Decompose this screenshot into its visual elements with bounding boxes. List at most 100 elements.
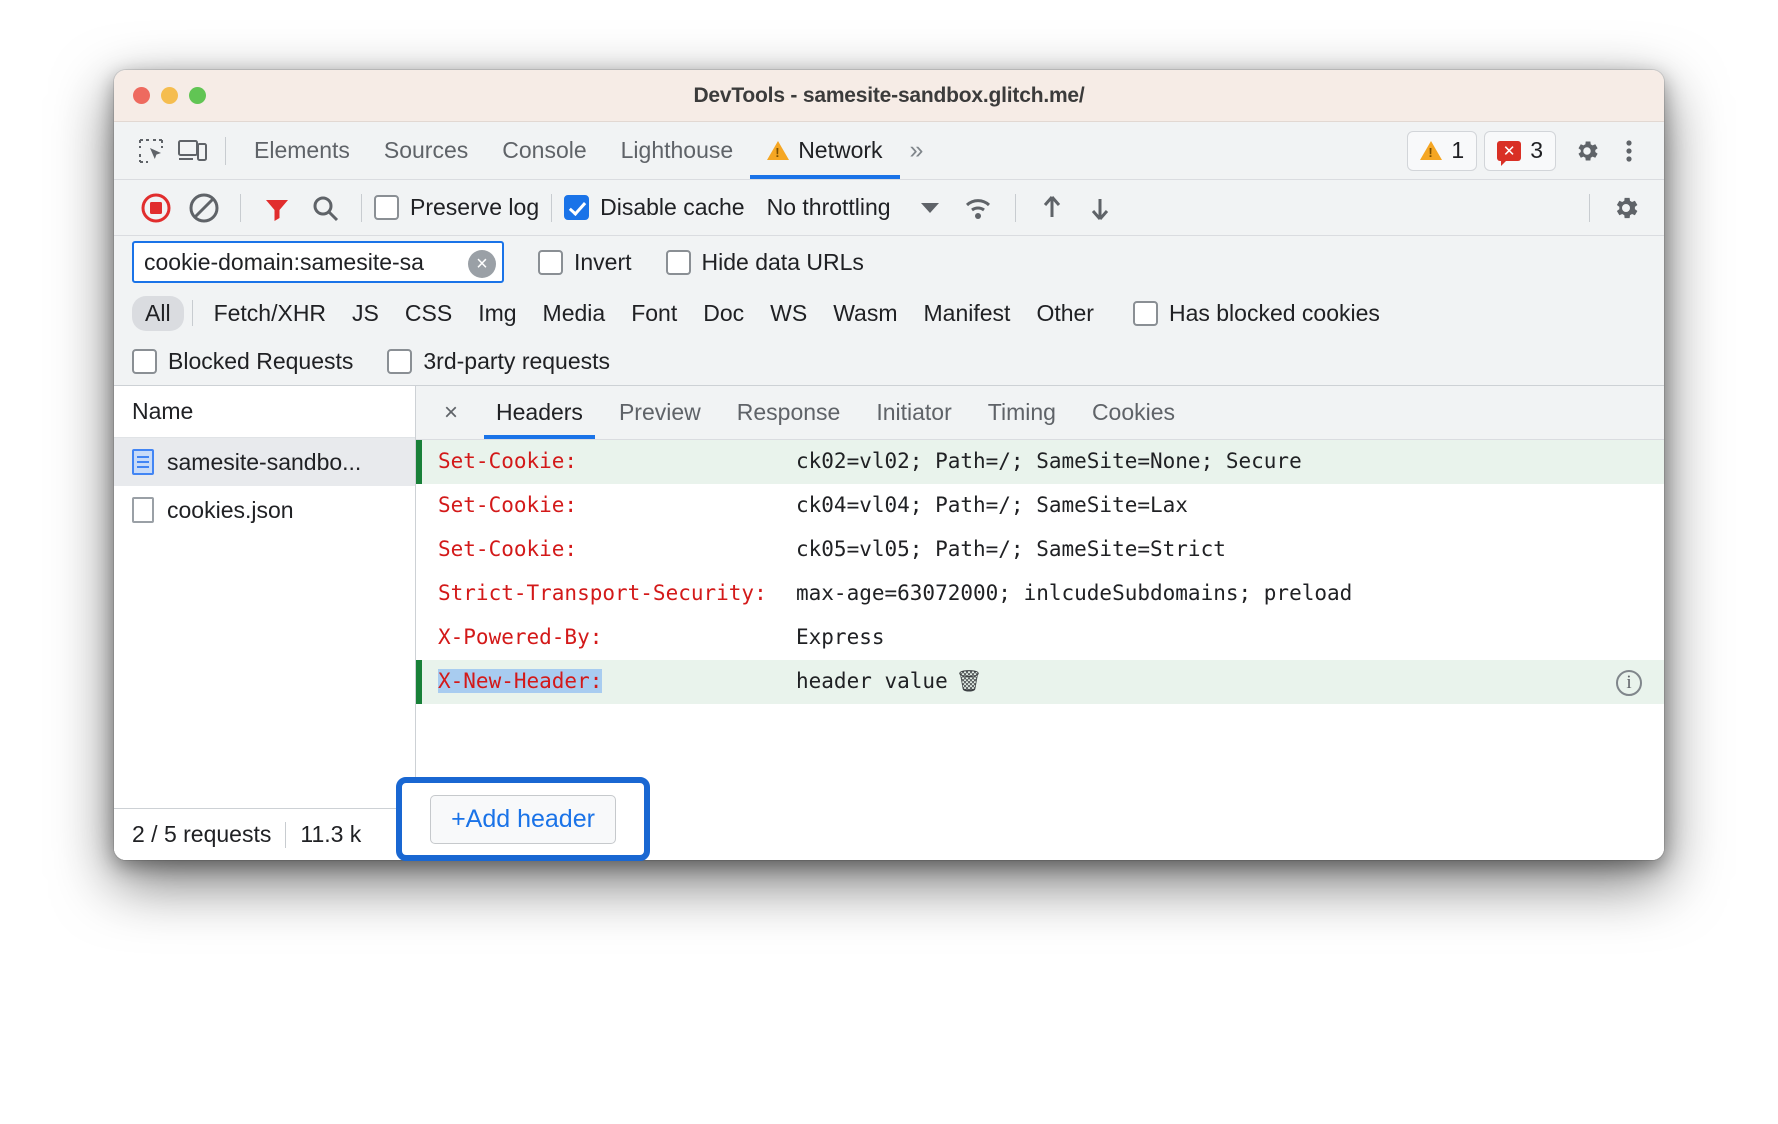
filter-bar: × Invert Hide data URLs [114,236,1664,288]
info-icon[interactable]: i [1616,670,1642,696]
tab-cookies[interactable]: Cookies [1074,387,1193,439]
type-filter-all[interactable]: All [132,296,184,331]
type-filter-doc[interactable]: Doc [690,296,757,331]
header-value[interactable]: ck02=vl02; Path=/; SameSite=None; Secure [796,445,1664,478]
header-row[interactable]: X-Powered-By: Express [416,616,1664,660]
header-row[interactable]: Set-Cookie: ck05=vl05; Path=/; SameSite=… [416,528,1664,572]
download-har-icon[interactable] [1076,186,1124,230]
has-blocked-cookies-box[interactable] [1133,301,1158,326]
clear-filter-icon[interactable]: × [468,250,496,278]
hide-data-urls-checkbox[interactable]: Hide data URLs [666,249,864,276]
chevron-down-icon [921,203,939,213]
tab-network[interactable]: Network [750,123,899,179]
transfer-size-label: 11.3 k [300,821,361,848]
tab-console[interactable]: Console [485,123,603,179]
tab-sources[interactable]: Sources [367,123,485,179]
warning-count-button[interactable]: 1 [1407,131,1477,171]
network-conditions-icon[interactable] [955,186,1003,230]
type-filter-ws[interactable]: WS [757,296,820,331]
header-name[interactable]: Set-Cookie: [416,533,796,566]
blocked-requests-box[interactable] [132,349,157,374]
header-value-editable[interactable]: header value 🗑 [796,665,1664,698]
gear-icon[interactable] [1602,186,1650,230]
error-count-button[interactable]: ✕ 3 [1484,131,1556,171]
tab-elements[interactable]: Elements [237,123,367,179]
toolbar-divider [225,137,226,165]
requests-column-header[interactable]: Name [114,386,415,438]
tab-response[interactable]: Response [719,387,859,439]
type-divider [192,300,193,326]
type-filter-media[interactable]: Media [530,296,619,331]
error-count-label: 3 [1530,137,1543,164]
clear-icon[interactable] [180,186,228,230]
tab-lighthouse[interactable]: Lighthouse [604,123,751,179]
type-filter-wasm[interactable]: Wasm [820,296,910,331]
type-filter-other[interactable]: Other [1023,296,1107,331]
header-row[interactable]: Set-Cookie: ck02=vl02; Path=/; SameSite=… [416,440,1664,484]
hide-data-urls-box[interactable] [666,250,691,275]
third-party-requests-checkbox[interactable]: 3rd-party requests [387,348,610,375]
disable-cache-checkbox[interactable]: Disable cache [564,194,744,221]
tab-network-label: Network [798,137,882,164]
third-party-requests-label: 3rd-party requests [423,348,610,375]
header-value-text[interactable]: header value [796,669,948,693]
has-blocked-cookies-label: Has blocked cookies [1169,300,1380,327]
header-value[interactable]: max-age=63072000; inlcudeSubdomains; pre… [796,577,1664,610]
record-stop-icon[interactable] [132,186,180,230]
tab-timing[interactable]: Timing [970,387,1074,439]
invert-checkbox[interactable]: Invert [538,249,632,276]
type-filter-font[interactable]: Font [618,296,690,331]
upload-har-icon[interactable] [1028,186,1076,230]
more-tabs-icon[interactable]: » [900,136,931,165]
inspect-element-icon[interactable] [130,130,172,172]
type-filter-fetch-xhr[interactable]: Fetch/XHR [201,296,339,331]
close-icon[interactable]: × [432,394,470,432]
header-value[interactable]: Express [796,621,1664,654]
network-status-bar: 2 / 5 requests 11.3 k [114,808,415,860]
preserve-log-checkbox[interactable]: Preserve log [374,194,539,221]
preserve-log-box[interactable] [374,195,399,220]
add-header-button[interactable]: +Add header [430,795,616,844]
filter-funnel-icon[interactable] [253,186,301,230]
disable-cache-box[interactable] [564,195,589,220]
kebab-menu-icon[interactable] [1608,130,1650,172]
hide-data-urls-label: Hide data URLs [702,249,864,276]
filter-input-wrapper[interactable]: × [132,241,504,283]
header-row[interactable]: X-New-Header: header value 🗑 i [416,660,1664,704]
header-value[interactable]: ck04=vl04; Path=/; SameSite=Lax [796,489,1664,522]
header-name-editable[interactable]: X-New-Header: [416,665,796,698]
header-name[interactable]: Set-Cookie: [416,489,796,522]
delete-header-icon[interactable]: 🗑 [956,669,983,693]
header-name[interactable]: Strict-Transport-Security: [416,577,796,610]
blocked-filters-row: Blocked Requests 3rd-party requests [114,338,1664,386]
header-row[interactable]: Strict-Transport-Security: max-age=63072… [416,572,1664,616]
header-value[interactable]: ck05=vl05; Path=/; SameSite=Strict [796,533,1664,566]
list-item[interactable]: samesite-sandbo... [114,438,415,486]
type-filter-img[interactable]: Img [465,296,529,331]
type-filter-js[interactable]: JS [339,296,392,331]
device-toolbar-icon[interactable] [172,130,214,172]
header-row[interactable]: Set-Cookie: ck04=vl04; Path=/; SameSite=… [416,484,1664,528]
invert-box[interactable] [538,250,563,275]
throttling-dropdown[interactable]: No throttling [767,194,939,221]
blocked-requests-checkbox[interactable]: Blocked Requests [132,348,353,375]
header-name[interactable]: Set-Cookie: [416,445,796,478]
request-count-label: 2 / 5 requests [132,821,271,848]
tab-headers[interactable]: Headers [478,387,601,439]
tab-console-label: Console [502,137,586,164]
header-name-selection[interactable]: X-New-Header: [438,669,602,693]
tab-initiator[interactable]: Initiator [858,387,969,439]
header-name[interactable]: X-Powered-By: [416,621,796,654]
add-header-highlight: +Add header [396,777,650,861]
gear-icon[interactable] [1566,130,1608,172]
type-filter-css[interactable]: CSS [392,296,465,331]
filter-input[interactable] [134,243,502,281]
list-item[interactable]: cookies.json [114,486,415,534]
third-party-requests-box[interactable] [387,349,412,374]
tab-preview[interactable]: Preview [601,387,719,439]
has-blocked-cookies-checkbox[interactable]: Has blocked cookies [1133,300,1380,327]
json-file-icon [132,497,154,523]
tab-lighthouse-label: Lighthouse [621,137,734,164]
type-filter-manifest[interactable]: Manifest [911,296,1024,331]
search-icon[interactable] [301,186,349,230]
